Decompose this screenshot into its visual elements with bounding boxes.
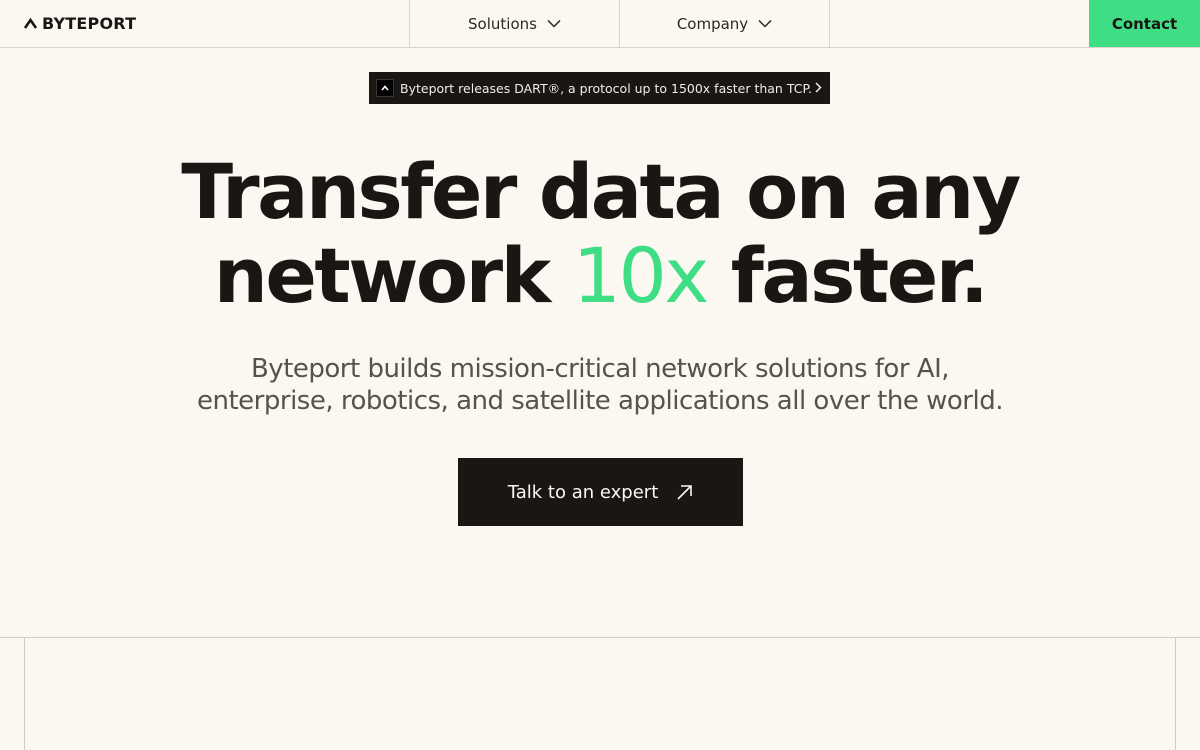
top-nav: BYTEPORT Solutions Company Contact	[0, 0, 1200, 48]
cta-label: Talk to an expert	[507, 481, 659, 503]
hero-title: Transfer data on any network 10x faster.	[0, 150, 1200, 318]
chevron-down-icon	[758, 19, 772, 28]
nav-solutions-label: Solutions	[468, 14, 537, 33]
brand-logo[interactable]: BYTEPORT	[0, 0, 409, 47]
announcement-banner[interactable]: Byteport releases DART®, a protocol up t…	[369, 72, 830, 104]
chevron-right-icon	[814, 81, 822, 96]
caret-up-icon	[376, 79, 394, 97]
brand-name: BYTEPORT	[42, 14, 137, 33]
nav-spacer	[829, 0, 1089, 47]
hero-subtitle-line2: enterprise, robotics, and satellite appl…	[197, 386, 1003, 416]
chevron-down-icon	[547, 19, 561, 28]
hero-title-accent: 10x	[572, 231, 710, 320]
arrow-up-right-icon	[677, 484, 693, 500]
hero-subtitle-line1: Byteport builds mission-critical network…	[250, 354, 950, 384]
nav-company[interactable]: Company	[619, 0, 829, 47]
nav-company-label: Company	[676, 14, 749, 33]
hero-title-line2-end: faster.	[706, 231, 989, 320]
hero-subtitle: Byteport builds mission-critical network…	[150, 353, 1050, 417]
hero-title-line1: Transfer data on any	[181, 147, 1021, 236]
announcement-text: Byteport releases DART®, a protocol up t…	[400, 80, 813, 96]
contact-button[interactable]: Contact	[1089, 0, 1200, 47]
caret-up-icon	[24, 17, 37, 29]
hero-title-line2-start: network	[213, 231, 573, 320]
talk-to-expert-button[interactable]: Talk to an expert	[458, 458, 743, 526]
nav-solutions[interactable]: Solutions	[409, 0, 619, 47]
content-frame	[24, 637, 1176, 750]
